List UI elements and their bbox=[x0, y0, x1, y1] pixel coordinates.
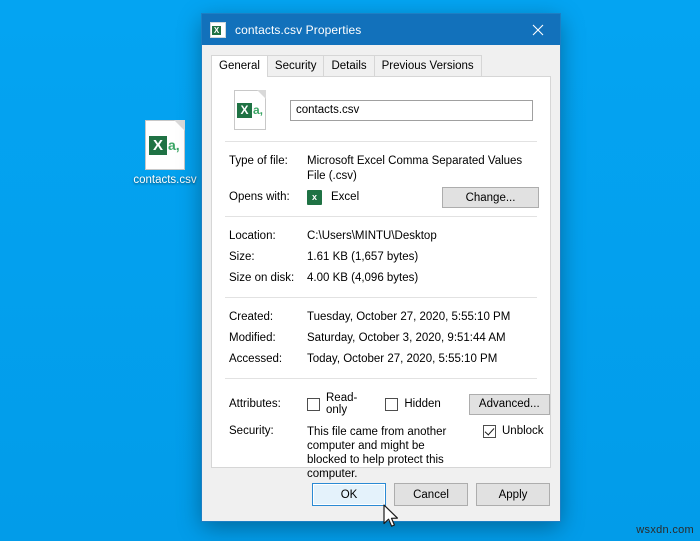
checkbox-unblock-box bbox=[483, 425, 496, 438]
label-created: Created: bbox=[229, 310, 307, 325]
desktop-background: X a, contacts.csv TheWindowsClub wsxdn.c… bbox=[0, 0, 700, 541]
csv-file-icon: X a, bbox=[145, 120, 185, 170]
value-size: 1.61 KB (1,657 bytes) bbox=[307, 250, 539, 265]
file-name-row: X a, bbox=[223, 77, 539, 141]
file-type-section: Type of file: Microsoft Excel Comma Sepa… bbox=[223, 142, 539, 216]
checkbox-hidden-box bbox=[385, 398, 398, 411]
titlebar-file-icon: X bbox=[210, 22, 226, 38]
tab-previous-versions[interactable]: Previous Versions bbox=[374, 55, 482, 76]
tab-details[interactable]: Details bbox=[323, 55, 374, 76]
value-accessed: Today, October 27, 2020, 5:55:10 PM bbox=[307, 352, 539, 367]
checkbox-read-only[interactable]: Read-only bbox=[307, 392, 357, 416]
label-location: Location: bbox=[229, 229, 307, 244]
row-attributes: Attributes: Read-only Hidden Advanced... bbox=[223, 388, 539, 418]
label-size-on-disk: Size on disk: bbox=[229, 271, 307, 286]
file-large-icon: X a, bbox=[234, 90, 266, 130]
page-fold-corner bbox=[174, 120, 185, 131]
row-created: Created: Tuesday, October 27, 2020, 5:55… bbox=[223, 307, 539, 328]
row-modified: Modified: Saturday, October 3, 2020, 9:5… bbox=[223, 328, 539, 349]
checkbox-unblock-label: Unblock bbox=[502, 425, 544, 437]
checkbox-hidden-label: Hidden bbox=[404, 398, 440, 410]
excel-x-badge: X bbox=[149, 136, 167, 155]
label-attributes: Attributes: bbox=[229, 398, 307, 410]
value-location: C:\Users\MINTU\Desktop bbox=[307, 229, 539, 244]
label-opens-with: Opens with: bbox=[229, 190, 307, 205]
value-modified: Saturday, October 3, 2020, 9:51:44 AM bbox=[307, 331, 539, 346]
label-accessed: Accessed: bbox=[229, 352, 307, 367]
advanced-button[interactable]: Advanced... bbox=[469, 394, 550, 415]
file-location-section: Location: C:\Users\MINTU\Desktop Size: 1… bbox=[223, 217, 539, 297]
tab-strip: General Security Details Previous Versio… bbox=[202, 54, 560, 76]
csv-a-glyph: a, bbox=[253, 103, 263, 118]
value-type-of-file: Microsoft Excel Comma Separated Values F… bbox=[307, 154, 539, 184]
value-created: Tuesday, October 27, 2020, 5:55:10 PM bbox=[307, 310, 539, 325]
security-message: This file came from another computer and… bbox=[307, 425, 465, 481]
label-security: Security: bbox=[229, 425, 307, 437]
row-security: Security: This file came from another co… bbox=[223, 418, 539, 481]
row-size: Size: 1.61 KB (1,657 bytes) bbox=[223, 247, 539, 268]
titlebar-excel-x-badge: X bbox=[212, 26, 221, 35]
watermark-wsxdn: wsxdn.com bbox=[636, 524, 694, 536]
general-tab-panel: X a, Type of file: Microsoft Excel Comma… bbox=[211, 76, 551, 468]
file-name-input[interactable] bbox=[290, 100, 533, 121]
label-modified: Modified: bbox=[229, 331, 307, 346]
row-size-on-disk: Size on disk: 4.00 KB (4,096 bytes) bbox=[223, 268, 539, 289]
csv-a-glyph: a, bbox=[168, 136, 180, 155]
value-size-on-disk: 4.00 KB (4,096 bytes) bbox=[307, 271, 539, 286]
checkbox-read-only-label: Read-only bbox=[326, 392, 357, 416]
checkbox-hidden[interactable]: Hidden bbox=[385, 398, 440, 411]
row-type-of-file: Type of file: Microsoft Excel Comma Sepa… bbox=[223, 151, 539, 187]
row-accessed: Accessed: Today, October 27, 2020, 5:55:… bbox=[223, 349, 539, 370]
close-icon bbox=[532, 24, 544, 36]
page-fold-corner bbox=[257, 90, 266, 99]
desktop-icon-label: contacts.csv bbox=[129, 173, 201, 187]
properties-dialog: X contacts.csv Properties General Securi… bbox=[202, 14, 560, 521]
tab-general[interactable]: General bbox=[211, 55, 268, 77]
excel-x-badge: X bbox=[237, 103, 252, 118]
label-type-of-file: Type of file: bbox=[229, 154, 307, 169]
checkbox-unblock[interactable]: Unblock bbox=[483, 425, 544, 438]
file-dates-section: Created: Tuesday, October 27, 2020, 5:55… bbox=[223, 298, 539, 378]
change-button[interactable]: Change... bbox=[442, 187, 539, 208]
attributes-security-section: Attributes: Read-only Hidden Advanced...… bbox=[223, 379, 539, 489]
label-size: Size: bbox=[229, 250, 307, 265]
row-location: Location: C:\Users\MINTU\Desktop bbox=[223, 226, 539, 247]
tab-security[interactable]: Security bbox=[267, 55, 325, 76]
value-opens-with: Excel bbox=[331, 190, 359, 205]
excel-app-icon: x bbox=[307, 190, 322, 205]
dialog-titlebar[interactable]: X contacts.csv Properties bbox=[202, 14, 560, 45]
dialog-title: contacts.csv Properties bbox=[235, 23, 361, 37]
checkbox-read-only-box bbox=[307, 398, 320, 411]
row-opens-with: Opens with: x Excel Change... bbox=[223, 187, 539, 208]
close-button[interactable] bbox=[515, 14, 560, 45]
desktop-icon-contacts-csv[interactable]: X a, contacts.csv bbox=[129, 120, 201, 187]
